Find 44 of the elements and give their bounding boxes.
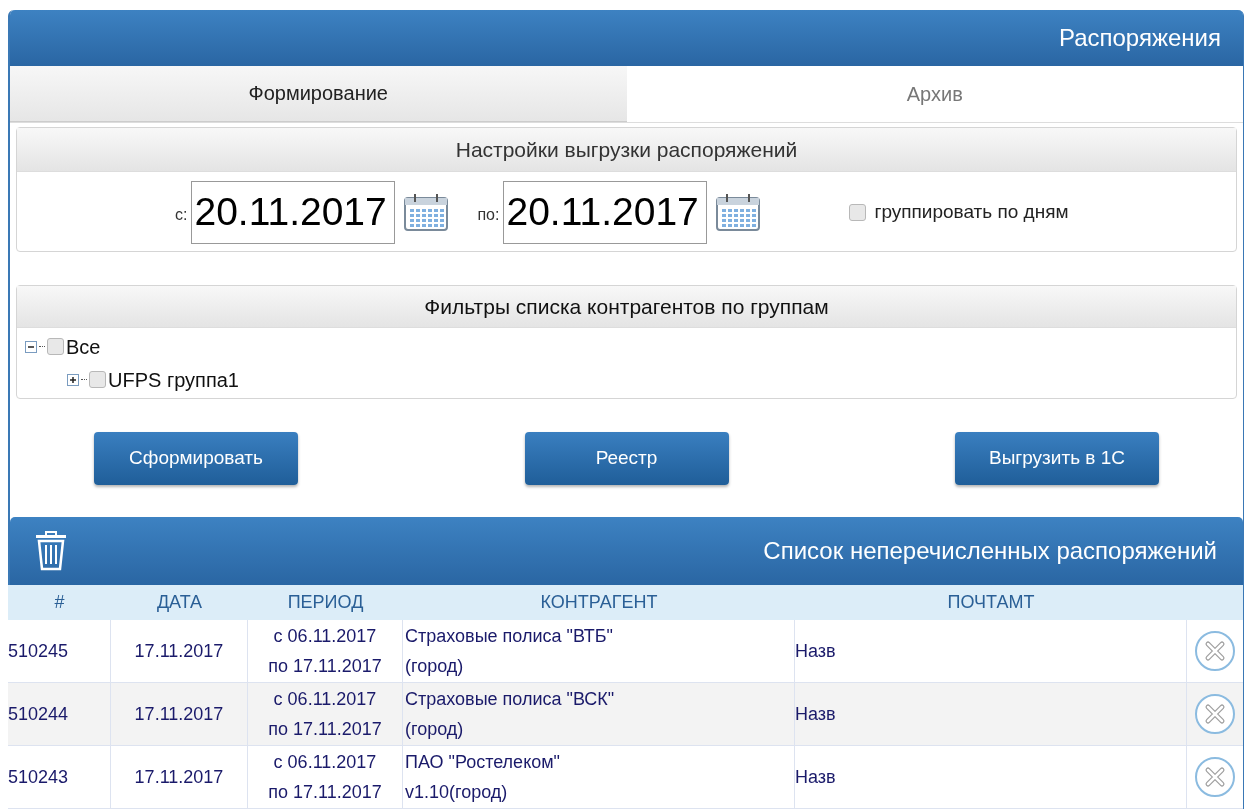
table-cell-text: ПАО "Ростелеком" v1.10(город) <box>405 751 561 804</box>
panel-title: Настройки выгрузки распоряжений <box>455 136 798 163</box>
checkbox[interactable] <box>47 338 64 355</box>
panel-title: Фильтры списка контрагентов по группам <box>424 293 829 320</box>
list-title: Список неперечисленных распоряжений <box>763 536 1217 566</box>
checkbox[interactable] <box>849 203 867 221</box>
trash-icon[interactable] <box>34 531 68 571</box>
table-cell-text: с 06.11.2017 по 17.11.2017 <box>267 751 383 804</box>
action-button[interactable]: Выгрузить в 1С <box>955 432 1159 485</box>
calendar-icon[interactable] <box>403 192 450 232</box>
column-header: ПЕРИОД <box>286 591 365 614</box>
table-cell: Назв <box>795 746 1187 808</box>
table-cell: 17.11.2017 <box>111 620 248 682</box>
column-header: # <box>53 591 66 614</box>
table-cell: Назв <box>795 620 1187 682</box>
tree-item-label[interactable]: Все <box>66 331 101 362</box>
action-button[interactable]: Сформировать <box>94 432 298 485</box>
page-title: Распоряжения <box>1058 22 1221 53</box>
delete-icon[interactable] <box>1194 693 1236 735</box>
action-button[interactable]: Реестр <box>524 432 729 485</box>
to-label: по: <box>477 205 500 225</box>
checkbox[interactable] <box>89 371 106 388</box>
checkbox-label[interactable]: группировать по дням <box>874 197 1069 227</box>
tab[interactable]: Формирование <box>10 65 627 122</box>
table-cell: 17.11.2017 <box>111 746 248 808</box>
table-cell-text: Страховые полиса "ВТБ" (город) <box>405 625 614 678</box>
date-field[interactable]: 20.11.2017 <box>503 180 708 244</box>
table-cell: 510245 <box>8 620 111 682</box>
column-header: ДАТА <box>155 591 204 614</box>
collapse-icon[interactable] <box>25 340 37 353</box>
column-header: ПОЧТАМТ <box>946 591 1036 614</box>
table-cell: 510243 <box>8 746 111 808</box>
table-cell-text: Страховые полиса "ВСК" (город) <box>405 688 616 741</box>
column-header: КОНТРАГЕНТ <box>539 591 659 614</box>
delete-icon[interactable] <box>1194 756 1236 798</box>
table-cell: 510244 <box>8 683 111 745</box>
calendar-icon[interactable] <box>715 192 762 232</box>
table-cell: 17.11.2017 <box>111 683 248 745</box>
from-label: с: <box>175 205 188 225</box>
tree-item-label[interactable]: UFPS группа1 <box>108 364 239 395</box>
table-cell: Назв <box>795 683 1187 745</box>
date-field[interactable]: 20.11.2017 <box>191 180 396 244</box>
expand-icon[interactable] <box>67 373 79 386</box>
delete-icon[interactable] <box>1194 630 1236 672</box>
